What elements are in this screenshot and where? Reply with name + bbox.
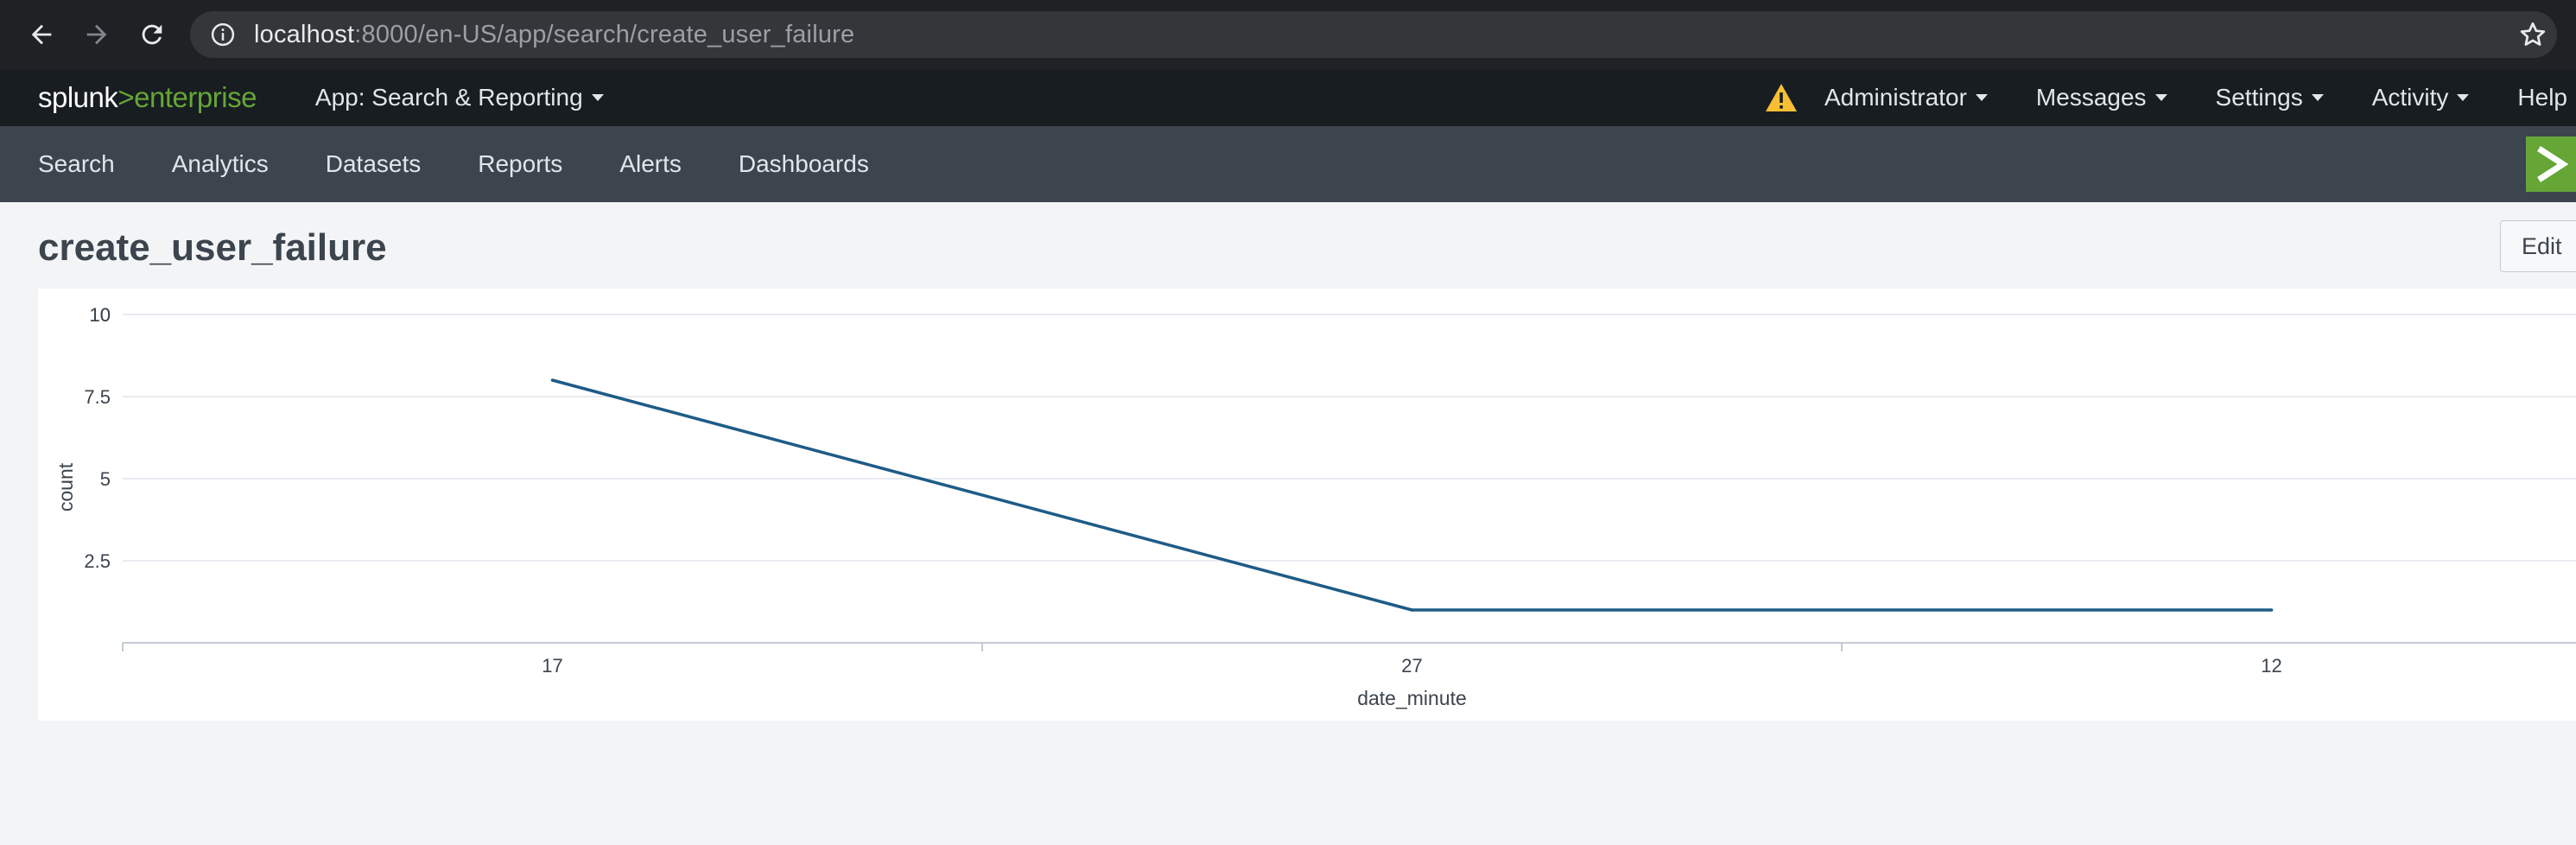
forward-button[interactable] bbox=[76, 14, 117, 55]
series-line bbox=[552, 378, 2272, 612]
caret-down-icon bbox=[2311, 94, 2324, 101]
splunk-top-bar: splunk>enterprise App: Search & Reportin… bbox=[0, 69, 2576, 126]
app-menu-label: App: Search & Reporting bbox=[314, 84, 583, 111]
warning-icon[interactable] bbox=[1764, 82, 1799, 113]
settings-label: Settings bbox=[2215, 84, 2303, 111]
y-tick-label: 5 bbox=[100, 468, 111, 490]
splunk-logo[interactable]: splunk>enterprise bbox=[38, 81, 257, 114]
activity-menu[interactable]: Activity bbox=[2372, 84, 2470, 111]
back-button[interactable] bbox=[21, 14, 62, 55]
info-icon[interactable] bbox=[207, 19, 238, 50]
caret-down-icon bbox=[591, 94, 604, 101]
app-nav-alerts[interactable]: Alerts bbox=[619, 150, 682, 178]
administrator-label: Administrator bbox=[1824, 84, 1967, 111]
app-menu[interactable]: App: Search & Reporting bbox=[315, 84, 604, 111]
app-nav-reports[interactable]: Reports bbox=[478, 150, 562, 178]
messages-label: Messages bbox=[2035, 84, 2147, 111]
messages-menu[interactable]: Messages bbox=[2036, 84, 2167, 111]
chevron-right-icon bbox=[2537, 146, 2568, 182]
administrator-menu[interactable]: Administrator bbox=[1824, 84, 1988, 111]
logo-separator: > bbox=[117, 81, 135, 113]
reload-icon bbox=[142, 24, 162, 45]
help-label: Help bbox=[2517, 84, 2567, 111]
chart-panel: 2.5 5 7.5 10 10 17 27 12 date_minute count bbox=[38, 289, 2576, 721]
x-tick-label: 12 bbox=[2261, 655, 2281, 677]
caret-down-icon bbox=[2457, 94, 2470, 101]
data-point bbox=[2269, 608, 2274, 612]
browser-toolbar: localhost:8000/en-US/app/search/create_u… bbox=[0, 0, 2576, 69]
app-nav-bar: Search Analytics Datasets Reports Alerts… bbox=[0, 126, 2576, 202]
app-nav-search[interactable]: Search bbox=[38, 150, 115, 178]
app-badge[interactable] bbox=[2526, 137, 2576, 192]
data-point bbox=[550, 378, 555, 382]
y-axis-title: count bbox=[54, 462, 77, 511]
reload-button[interactable] bbox=[131, 14, 173, 55]
top-right-menu: Administrator Messages Settings Activity… bbox=[1764, 69, 2576, 126]
app-nav-datasets[interactable]: Datasets bbox=[326, 150, 422, 178]
page-title: create_user_failure bbox=[38, 226, 387, 269]
line-chart[interactable]: 2.557.5101017 27 12date_minutecount bbox=[38, 289, 2576, 721]
activity-label: Activity bbox=[2371, 84, 2449, 111]
logo-brand: splunk bbox=[38, 81, 118, 113]
x-tick-label: 27 bbox=[1401, 655, 1422, 677]
x-tick-label: 17 bbox=[542, 655, 562, 677]
settings-menu[interactable]: Settings bbox=[2216, 84, 2324, 111]
data-point bbox=[1410, 608, 1414, 612]
star-icon[interactable] bbox=[2517, 19, 2548, 50]
edit-button[interactable]: Edit bbox=[2500, 220, 2576, 272]
arrow-left-icon bbox=[31, 24, 52, 45]
url-path: :8000/en-US/app/search/create_user_failu… bbox=[354, 20, 855, 48]
arrow-right-icon bbox=[86, 24, 107, 45]
y-tick-label: 10 bbox=[90, 304, 111, 326]
logo-product: enterprise bbox=[134, 81, 257, 113]
caret-down-icon bbox=[2154, 94, 2167, 101]
app-nav-analytics[interactable]: Analytics bbox=[172, 150, 269, 178]
app-nav-dashboards[interactable]: Dashboards bbox=[739, 150, 869, 178]
url-host: localhost bbox=[254, 20, 355, 48]
help-menu[interactable]: Help bbox=[2517, 84, 2567, 111]
x-axis-title: date_minute bbox=[1357, 687, 1467, 709]
y-tick-label: 7.5 bbox=[84, 386, 111, 408]
url-text[interactable]: localhost:8000/en-US/app/search/create_u… bbox=[254, 21, 854, 49]
address-bar[interactable]: localhost:8000/en-US/app/search/create_u… bbox=[190, 11, 2557, 58]
y-tick-label: 2.5 bbox=[84, 550, 111, 572]
caret-down-icon bbox=[1975, 94, 1988, 101]
